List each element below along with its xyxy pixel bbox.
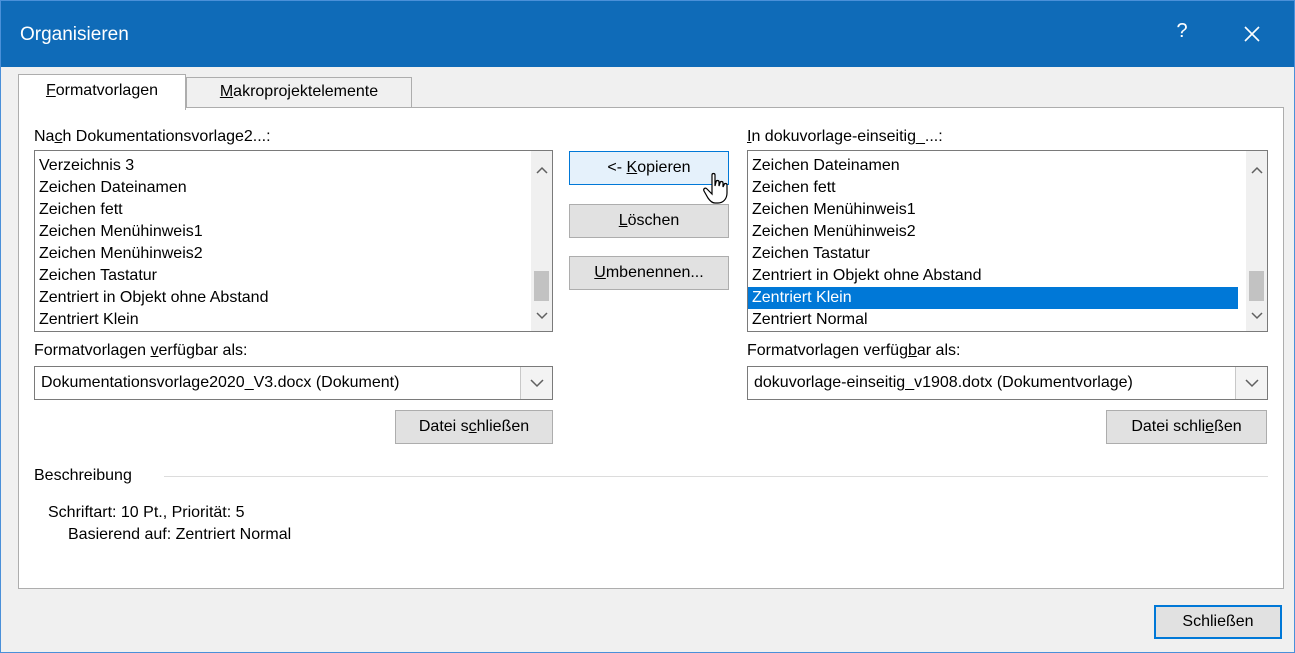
list-item[interactable]: Zentriert in Objekt ohne Abstand: [748, 265, 1238, 287]
chevron-down-icon[interactable]: [1235, 367, 1267, 399]
label-text: ar als:: [916, 342, 961, 359]
tab-label: akroprojektelemente: [233, 83, 379, 100]
label-text: h Dokumentationsvorlage2...:: [62, 128, 271, 145]
mouse-pointer-icon: [702, 171, 732, 212]
rename-button[interactable]: Umbenennen...: [569, 256, 729, 290]
close-icon[interactable]: [1234, 17, 1270, 51]
description-divider: [164, 476, 1268, 477]
left-list-label: Nach Dokumentationsvorlage2...:: [34, 128, 271, 146]
scroll-thumb[interactable]: [1249, 271, 1264, 301]
close-dialog-button[interactable]: Schließen: [1154, 605, 1282, 639]
label-text: erfügbar als:: [158, 342, 248, 359]
list-item[interactable]: Zeichen fett: [35, 199, 552, 221]
list-item[interactable]: Verzeichnis 3: [35, 155, 552, 177]
list-item-selected[interactable]: Zentriert Klein: [748, 287, 1238, 309]
button-text: Datei s: [418, 418, 469, 435]
list-item[interactable]: Zeichen Menühinweis2: [748, 221, 1238, 243]
title-bar: Organisieren ?: [1, 1, 1294, 67]
label-text: Na: [34, 128, 55, 145]
button-text: hließen: [476, 418, 530, 435]
label-text: n dokuvorlage-einseitig_...:: [751, 128, 943, 145]
list-item[interactable]: Zeichen Tastatur: [35, 265, 552, 287]
list-item[interactable]: Zeichen Dateinamen: [35, 177, 552, 199]
button-accesskey: c: [468, 418, 477, 435]
list-item[interactable]: Zeichen Menühinweis2: [35, 243, 552, 265]
description-line-2: Basierend auf: Zentriert Normal: [68, 526, 292, 543]
right-style-list[interactable]: Zeichen Dateinamen Zeichen fett Zeichen …: [747, 150, 1268, 332]
combo-value: dokuvorlage-einseitig_v1908.dotx (Dokume…: [754, 374, 1133, 391]
left-style-list[interactable]: Verzeichnis 3 Zeichen Dateinamen Zeichen…: [34, 150, 553, 332]
list-item[interactable]: Zeichen Menühinweis1: [748, 199, 1238, 221]
scroll-thumb[interactable]: [534, 271, 549, 301]
button-accesskey: e: [1205, 418, 1215, 435]
button-text: <-: [607, 159, 627, 176]
right-available-label: Formatvorlagen verfügbar als:: [747, 342, 960, 360]
button-text: öschen: [627, 212, 680, 229]
button-accesskey: L: [618, 212, 628, 229]
left-available-label: Formatvorlagen verfügbar als:: [34, 342, 247, 360]
tab-accesskey: F: [45, 82, 56, 99]
description-line-1: Schriftart: 10 Pt., Priorität: 5: [48, 504, 245, 521]
list-item[interactable]: Zentriert Klein: [35, 309, 552, 331]
button-text: ßen: [1214, 418, 1242, 435]
right-close-file-button[interactable]: Datei schließen: [1106, 410, 1267, 444]
chevron-down-icon[interactable]: [1246, 305, 1267, 327]
tab-makroprojektelemente[interactable]: Makroprojektelemente: [186, 77, 412, 108]
list-item[interactable]: Zeichen Tastatur: [748, 243, 1238, 265]
list-item[interactable]: Zentriert in Objekt ohne Abstand: [35, 287, 552, 309]
tab-formatvorlagen[interactable]: Formatvorlagen: [18, 74, 186, 110]
button-accesskey: K: [626, 159, 638, 176]
help-button[interactable]: ?: [1167, 20, 1197, 48]
combo-value: Dokumentationsvorlage2020_V3.docx (Dokum…: [41, 374, 400, 391]
chevron-down-icon[interactable]: [520, 367, 552, 399]
label-accesskey: b: [907, 342, 917, 359]
label-accesskey: v: [150, 342, 159, 359]
left-scrollbar[interactable]: [531, 151, 552, 331]
label-text: Formatvorlagen verfüg: [747, 342, 908, 359]
list-item[interactable]: Zeichen Dateinamen: [748, 155, 1238, 177]
tab-accesskey: M: [219, 83, 234, 100]
button-accesskey: U: [594, 264, 606, 281]
button-text: opieren: [637, 159, 691, 176]
window-title: Organisieren: [20, 24, 129, 45]
chevron-up-icon[interactable]: [531, 159, 552, 181]
chevron-up-icon[interactable]: [1246, 159, 1267, 181]
button-text: mbenennen...: [605, 264, 704, 281]
left-close-file-button[interactable]: Datei schließen: [395, 410, 553, 444]
tab-label: ormatvorlagen: [55, 82, 159, 99]
button-text: Datei schli: [1131, 418, 1206, 435]
chevron-down-icon[interactable]: [531, 305, 552, 327]
label-text: Formatvorlagen: [34, 342, 151, 359]
list-item[interactable]: Zeichen Menühinweis1: [35, 221, 552, 243]
organize-dialog: Organisieren ? Formatvorlagen Makroproje…: [0, 0, 1295, 653]
right-scrollbar[interactable]: [1246, 151, 1267, 331]
list-item[interactable]: Zeichen fett: [748, 177, 1238, 199]
right-list-label: In dokuvorlage-einseitig_...:: [747, 128, 943, 146]
list-item[interactable]: Zentriert Normal: [748, 309, 1238, 331]
left-source-combo[interactable]: Dokumentationsvorlage2020_V3.docx (Dokum…: [34, 366, 553, 400]
description-heading: Beschreibung: [34, 467, 132, 484]
right-target-combo[interactable]: dokuvorlage-einseitig_v1908.dotx (Dokume…: [747, 366, 1268, 400]
